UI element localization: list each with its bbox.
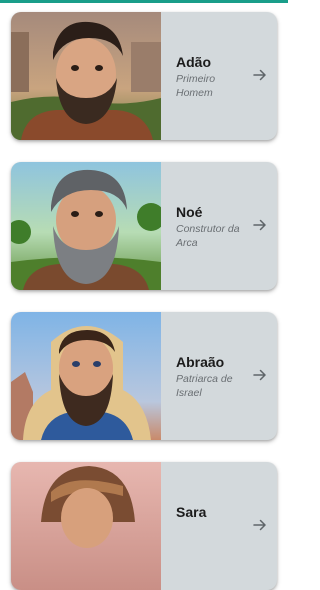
character-portrait-sara [11, 462, 161, 590]
character-name: Abraão [176, 354, 225, 370]
character-name: Sara [176, 504, 207, 520]
character-name: Noé [176, 204, 203, 220]
portrait-image [11, 162, 161, 290]
character-card-abraao[interactable]: Abraão Patriarca de Israel [11, 312, 277, 440]
character-card-noe[interactable]: Noé Construtor da Arca [11, 162, 277, 290]
arrow-right-icon[interactable] [252, 517, 268, 533]
character-card-adao[interactable]: Adão Primeiro Homem [11, 12, 277, 140]
arrow-right-icon[interactable] [252, 217, 268, 233]
character-description: Patriarca de Israel [176, 373, 233, 399]
portrait-image [11, 462, 161, 590]
character-list: Adão Primeiro Homem Noé Construtor da Ar… [0, 0, 288, 590]
portrait-image [11, 312, 161, 440]
character-name: Adão [176, 54, 211, 70]
character-info: Abraão Patriarca de Israel [176, 312, 246, 440]
character-card-sara[interactable]: Sara [11, 462, 277, 590]
character-portrait-adao [11, 12, 161, 140]
character-description: Primeiro Homem [176, 73, 216, 99]
character-portrait-abraao [11, 312, 161, 440]
character-info: Adão Primeiro Homem [176, 12, 246, 140]
character-portrait-noe [11, 162, 161, 290]
character-description: Construtor da Arca [176, 223, 240, 249]
arrow-right-icon[interactable] [252, 67, 268, 83]
arrow-right-icon[interactable] [252, 367, 268, 383]
character-info: Sara [176, 462, 246, 590]
character-info: Noé Construtor da Arca [176, 162, 246, 290]
portrait-image [11, 12, 161, 140]
